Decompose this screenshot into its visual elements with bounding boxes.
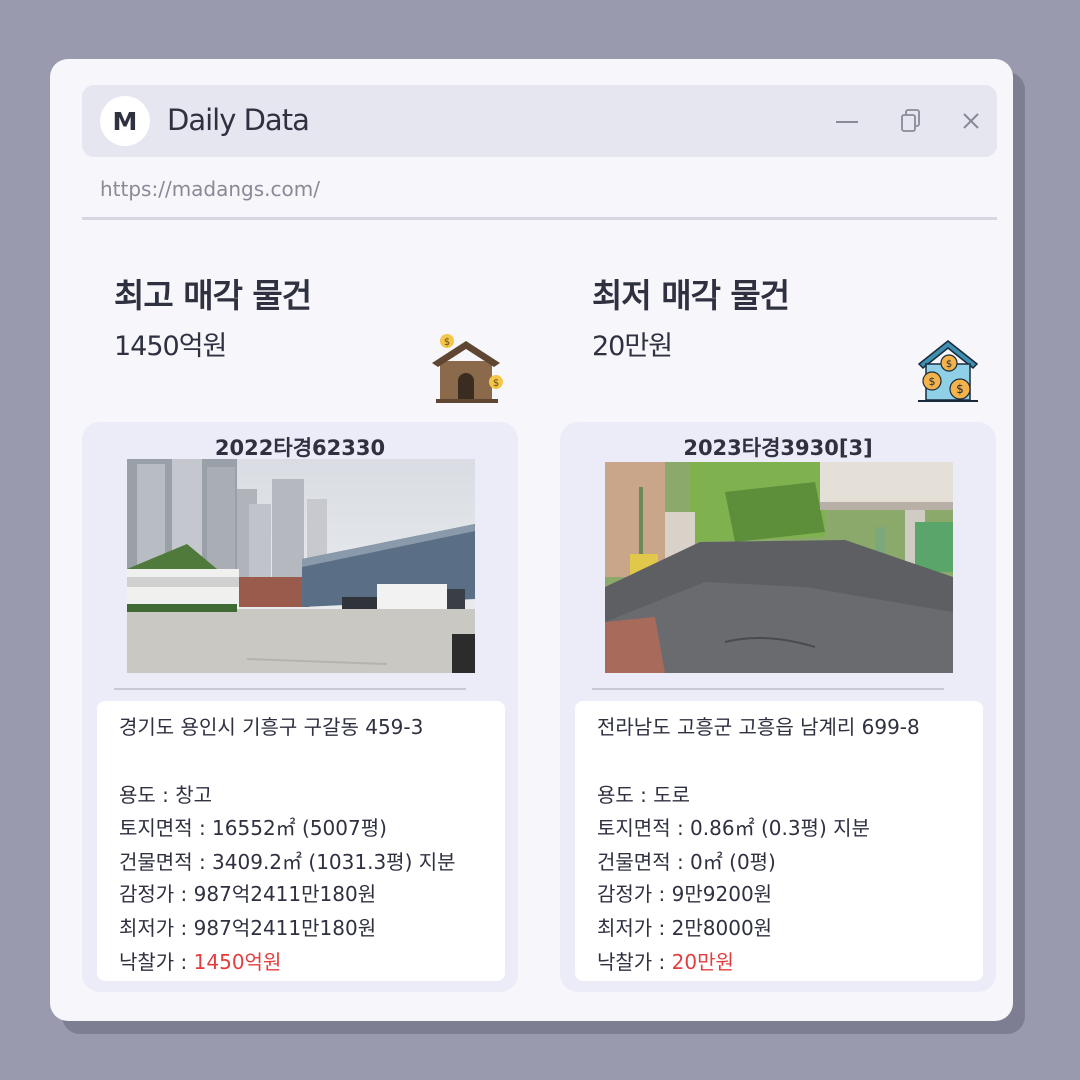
winning-bid-label: 낙찰가 : [597, 950, 672, 974]
app-logo: M [100, 96, 150, 146]
copy-icon [901, 109, 920, 132]
winning-bid: 낙찰가 : 1450억원 [119, 946, 281, 975]
land-area: 토지면적 : 0.86㎡ (0.3평) 지분 [597, 816, 870, 840]
land-area: 토지면적 : 16552㎡ (5007평) [119, 816, 387, 840]
svg-text:$: $ [444, 337, 450, 348]
close-button[interactable] [955, 105, 987, 137]
minimize-button[interactable] [831, 105, 863, 137]
minimize-icon [836, 121, 858, 123]
property-info: 전라남도 고흥군 고흥읍 남계리 699-8 용도 : 도로 토지면적 : 0.… [575, 701, 983, 981]
url-text[interactable]: https://madangs.com/ [100, 177, 320, 201]
appraisal-price: 감정가 : 9만9200원 [597, 882, 773, 906]
appraisal-price: 감정가 : 987억2411만180원 [119, 882, 377, 906]
highest-amount: 1450억원 [114, 331, 227, 362]
svg-text:$: $ [929, 375, 936, 388]
winning-bid-value: 1450억원 [193, 950, 282, 974]
building-area: 건물면적 : 0㎡ (0평) [597, 850, 776, 874]
property-info: 경기도 용인시 기흥구 구갈동 459-3 용도 : 창고 토지면적 : 165… [97, 701, 505, 981]
card-divider [592, 688, 944, 690]
title-bar: M Daily Data [82, 85, 997, 157]
card-divider [114, 688, 466, 690]
header-divider [82, 217, 997, 220]
app-window: M Daily Data https://madangs.com/ 최고 매각 … [50, 59, 1013, 1021]
case-number: 2023타경3930[3] [683, 436, 873, 460]
app-title: Daily Data [167, 103, 310, 137]
close-icon [963, 113, 979, 129]
building-area: 건물면적 : 3409.2㎡ (1031.3평) 지분 [119, 850, 456, 874]
property-usage: 용도 : 창고 [119, 783, 213, 807]
warehouse-photo [127, 459, 475, 673]
lowest-amount: 20만원 [592, 331, 673, 362]
house-coins-icon: $ $ $ [917, 340, 979, 402]
svg-text:$: $ [493, 378, 499, 389]
winning-bid-label: 낙찰가 : [119, 950, 194, 974]
winning-bid: 낙찰가 : 20만원 [597, 946, 734, 975]
winning-bid-value: 20만원 [671, 950, 734, 974]
lowest-property-card[interactable]: 2023타경3930[3] 전라남도 고흥군 고흥읍 남계리 699-8 용도 … [560, 422, 996, 992]
svg-text:$: $ [946, 359, 952, 370]
minimum-price: 최저가 : 987억2411만180원 [119, 916, 377, 940]
house-money-icon: $ $ [432, 334, 503, 403]
highest-heading: 최고 매각 물건 [114, 276, 312, 315]
property-usage: 용도 : 도로 [597, 783, 691, 807]
property-address: 경기도 용인시 기흥구 구갈동 459-3 [119, 715, 424, 739]
road-photo [605, 462, 953, 673]
minimum-price: 최저가 : 2만8000원 [597, 916, 773, 940]
copy-button[interactable] [895, 105, 927, 137]
case-number: 2022타경62330 [214, 436, 386, 460]
lowest-heading: 최저 매각 물건 [592, 276, 790, 315]
property-address: 전라남도 고흥군 고흥읍 남계리 699-8 [597, 715, 920, 739]
svg-text:$: $ [956, 382, 964, 396]
highest-property-card[interactable]: 2022타경62330 경기도 용인시 기흥구 구갈동 459-3 용도: 창… [82, 422, 518, 992]
